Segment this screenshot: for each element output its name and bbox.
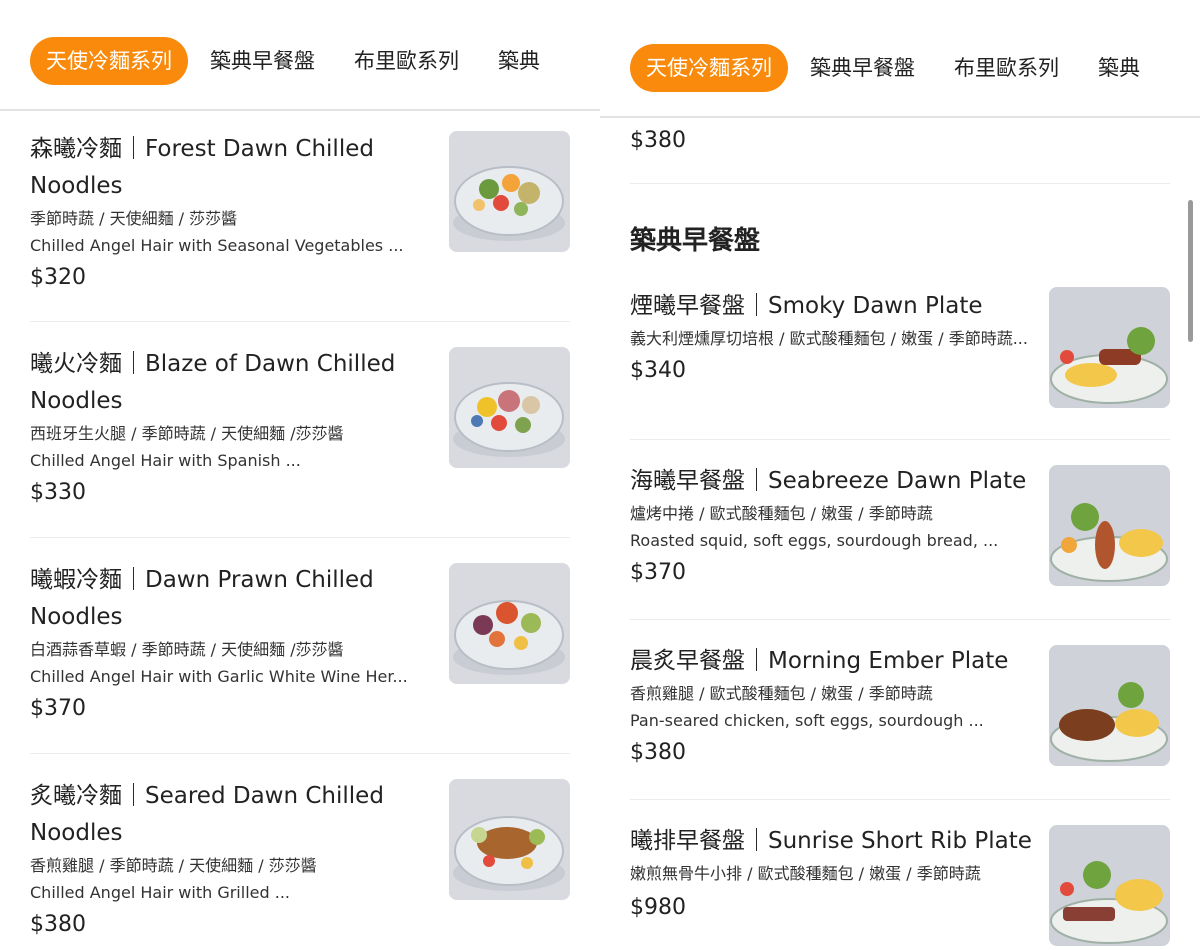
- item-price: $980: [630, 895, 686, 920]
- item-name: 曦排早餐盤｜Sunrise Short Rib Plate: [630, 828, 1032, 854]
- item-price: $330: [30, 480, 86, 505]
- item-photo[interactable]: [1049, 645, 1170, 766]
- item-name: 晨炙早餐盤｜Morning Ember Plate: [630, 648, 1009, 674]
- item-name: 曦火冷麵｜Blaze of Dawn Chilled Noodles: [30, 351, 396, 414]
- item-description-zh: 爐烤中捲 / 歐式酸種麵包 / 嫩蛋 / 季節時蔬: [630, 504, 933, 523]
- item-price: $320: [30, 265, 86, 290]
- menu-item[interactable]: 炙曦冷麵｜Seared Dawn Chilled Noodles 香煎雞腿 / …: [30, 754, 570, 950]
- item-description-zh: 香煎雞腿 / 歐式酸種麵包 / 嫩蛋 / 季節時蔬: [630, 684, 933, 703]
- item-description-en: Roasted squid, soft eggs, sourdough brea…: [630, 531, 999, 550]
- menu-item[interactable]: 晨炙早餐盤｜Morning Ember Plate 香煎雞腿 / 歐式酸種麵包 …: [630, 620, 1170, 800]
- menu-item[interactable]: 曦排早餐盤｜Sunrise Short Rib Plate 嫩煎無骨牛小排 / …: [630, 800, 1170, 950]
- tab-breakfast-plate[interactable]: 築典早餐盤: [793, 44, 932, 92]
- item-description-en: Chilled Angel Hair with Seasonal Vegetab…: [30, 236, 404, 255]
- tab-truncated[interactable]: 築典: [481, 37, 557, 85]
- item-price: $340: [630, 358, 686, 383]
- item-description-en: Chilled Angel Hair with Spanish ...: [30, 451, 301, 470]
- item-description-zh: 義大利煙燻厚切培根 / 歐式酸種麵包 / 嫩蛋 / 季節時蔬...: [630, 329, 1028, 348]
- item-photo[interactable]: [1049, 287, 1170, 408]
- item-price: $380: [630, 128, 686, 153]
- item-description-zh: 白酒蒜香草蝦 / 季節時蔬 / 天使細麵 /莎莎醬: [30, 640, 344, 659]
- section-title: 築典早餐盤: [630, 226, 761, 256]
- menu-item[interactable]: 曦蝦冷麵｜Dawn Prawn Chilled Noodles 白酒蒜香草蝦 /…: [30, 538, 570, 754]
- item-description-en: Chilled Angel Hair with Garlic White Win…: [30, 667, 408, 686]
- item-photo[interactable]: [1049, 825, 1170, 946]
- item-photo[interactable]: [449, 563, 570, 684]
- menu-screen-left: 天使冷麵系列 築典早餐盤 布里歐系列 築典 森曦冷麵｜Forest Dawn C…: [0, 0, 600, 950]
- menu-item[interactable]: 曦火冷麵｜Blaze of Dawn Chilled Noodles 西班牙生火…: [30, 322, 570, 538]
- tab-brioche-series[interactable]: 布里歐系列: [937, 44, 1076, 92]
- item-photo[interactable]: [449, 131, 570, 252]
- item-price: $380: [30, 912, 86, 937]
- item-description-zh: 嫩煎無骨牛小排 / 歐式酸種麵包 / 嫩蛋 / 季節時蔬: [630, 864, 981, 883]
- item-description-en: Pan-seared chicken, soft eggs, sourdough…: [630, 711, 984, 730]
- item-price: $370: [630, 560, 686, 585]
- tab-truncated[interactable]: 築典: [1081, 44, 1157, 92]
- item-photo[interactable]: [1049, 465, 1170, 586]
- item-photo[interactable]: [449, 347, 570, 468]
- item-price: $380: [630, 740, 686, 765]
- item-name: 煙曦早餐盤｜Smoky Dawn Plate: [630, 293, 983, 319]
- item-name: 曦蝦冷麵｜Dawn Prawn Chilled Noodles: [30, 567, 374, 630]
- scrollbar-thumb[interactable]: [1188, 200, 1193, 342]
- item-description-zh: 西班牙生火腿 / 季節時蔬 / 天使細麵 /莎莎醬: [30, 424, 344, 443]
- menu-item[interactable]: 海曦早餐盤｜Seabreeze Dawn Plate 爐烤中捲 / 歐式酸種麵包…: [630, 440, 1170, 620]
- item-description-en: Chilled Angel Hair with Grilled ...: [30, 883, 290, 902]
- category-tab-bar: 天使冷麵系列 築典早餐盤 布里歐系列 築典: [0, 0, 600, 111]
- item-photo[interactable]: [449, 779, 570, 900]
- menu-screen-right: 天使冷麵系列 築典早餐盤 布里歐系列 築典 $380 築典早餐盤 煙曦早餐盤｜S…: [600, 0, 1200, 950]
- item-name: 海曦早餐盤｜Seabreeze Dawn Plate: [630, 468, 1027, 494]
- item-description-zh: 季節時蔬 / 天使細麵 / 莎莎醬: [30, 209, 238, 228]
- tab-breakfast-plate[interactable]: 築典早餐盤: [193, 37, 332, 85]
- item-description-zh: 香煎雞腿 / 季節時蔬 / 天使細麵 / 莎莎醬: [30, 856, 317, 875]
- category-tab-bar: 天使冷麵系列 築典早餐盤 布里歐系列 築典: [600, 0, 1200, 118]
- menu-item-previous-tail[interactable]: $380: [630, 118, 1170, 184]
- tab-angel-hair-series[interactable]: 天使冷麵系列: [30, 37, 188, 85]
- menu-item[interactable]: 煙曦早餐盤｜Smoky Dawn Plate 義大利煙燻厚切培根 / 歐式酸種麵…: [630, 268, 1170, 440]
- tab-angel-hair-series[interactable]: 天使冷麵系列: [630, 44, 788, 92]
- menu-item[interactable]: 森曦冷麵｜Forest Dawn Chilled Noodles 季節時蔬 / …: [30, 111, 570, 322]
- item-name: 森曦冷麵｜Forest Dawn Chilled Noodles: [30, 136, 374, 199]
- item-price: $370: [30, 696, 86, 721]
- item-name: 炙曦冷麵｜Seared Dawn Chilled Noodles: [30, 783, 384, 846]
- tab-brioche-series[interactable]: 布里歐系列: [337, 37, 476, 85]
